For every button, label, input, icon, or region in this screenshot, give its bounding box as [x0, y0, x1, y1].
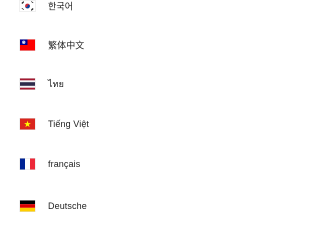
language-label: Deutsche	[48, 201, 87, 211]
language-label: français	[48, 159, 81, 169]
vietnam-flag-icon	[20, 118, 35, 130]
thailand-flag-icon	[20, 78, 35, 90]
language-label: 한국어	[48, 1, 74, 12]
language-option-thai[interactable]: ไทย	[0, 66, 218, 102]
language-label: ไทย	[48, 79, 65, 89]
south-korea-flag-icon	[20, 0, 35, 12]
germany-flag-icon	[20, 200, 35, 212]
france-flag-icon	[20, 158, 35, 170]
taiwan-flag-icon	[20, 39, 35, 51]
language-list: 한국어 繁体中文 ไทย Tiếng Việt français Deutsch…	[0, 0, 218, 218]
language-option-korean[interactable]: 한국어	[0, 0, 218, 24]
language-option-french[interactable]: français	[0, 146, 218, 182]
language-option-traditional-chinese[interactable]: 繁体中文	[0, 27, 218, 63]
language-label: 繁体中文	[48, 40, 85, 51]
language-label: Tiếng Việt	[48, 119, 90, 129]
language-option-german[interactable]: Deutsche	[0, 188, 218, 218]
language-option-vietnamese[interactable]: Tiếng Việt	[0, 106, 218, 142]
